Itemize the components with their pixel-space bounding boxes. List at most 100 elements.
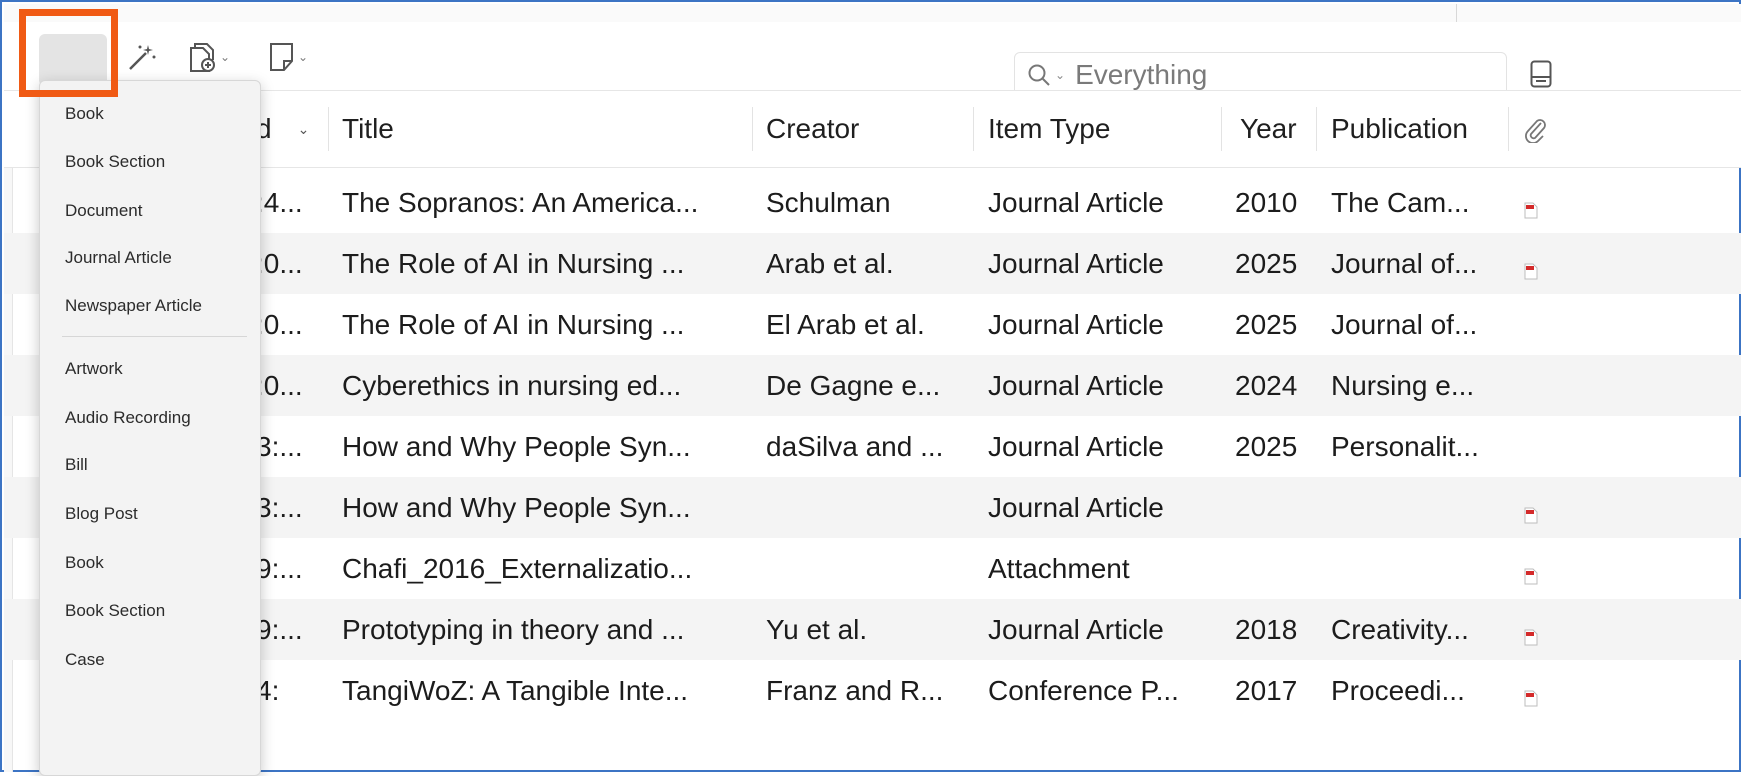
- chevron-down-icon: ⌄: [220, 50, 231, 64]
- new-item-button-pressed-bg: [39, 34, 107, 86]
- pdf-attachment-icon[interactable]: [1524, 621, 1538, 653]
- chevron-down-icon: ⌄: [298, 50, 309, 64]
- pdf-attachment-icon[interactable]: [1524, 194, 1538, 226]
- cell-title: The Sopranos: An America...: [342, 186, 699, 218]
- cell-date-added: 9:...: [256, 613, 303, 645]
- cell-year: 2017: [1235, 674, 1298, 706]
- column-creator[interactable]: Creator: [766, 91, 859, 167]
- table-row[interactable]: 4: TangiWoZ: A Tangible Inte... Franz and …: [4, 660, 1741, 721]
- magic-wand-icon: [126, 41, 158, 73]
- column-year[interactable]: Year: [1240, 91, 1297, 167]
- cell-item-type: Journal Article: [988, 186, 1164, 218]
- cell-title: The Role of AI in Nursing ...: [342, 308, 685, 340]
- cell-publication: Proceedi...: [1331, 674, 1465, 706]
- table-row[interactable]: :0... Cyberethics in nursing ed... De Gagn…: [4, 355, 1741, 416]
- cell-date-added: 9:...: [256, 552, 303, 584]
- cell-item-type: Conference P...: [988, 674, 1179, 706]
- add-attachment-icon: [186, 40, 218, 74]
- zotero-window: ⌄ ⌄ ⌄ ⌄: [0, 0, 1741, 776]
- cell-date-added: 3:...: [256, 430, 303, 462]
- cell-creator: Yu et al.: [766, 613, 868, 645]
- cell-year: 2018: [1235, 613, 1298, 645]
- cell-item-type: Journal Article: [988, 613, 1164, 645]
- table-row[interactable]: :4... The Sopranos: An America... Schulman…: [4, 172, 1741, 233]
- cell-year: 2025: [1235, 430, 1298, 462]
- table-row[interactable]: :0... The Role of AI in Nursing ... El Ara…: [4, 294, 1741, 355]
- title-strip: [4, 4, 1741, 23]
- search-mode-chevron-icon[interactable]: ⌄: [1055, 68, 1065, 82]
- table-row[interactable]: 9:... Chafi_2016_Externalizatio... Attachm…: [4, 538, 1741, 599]
- pdf-attachment-icon[interactable]: [1524, 499, 1538, 531]
- cell-item-type: Journal Article: [988, 308, 1164, 340]
- cell-title: Prototyping in theory and ...: [342, 613, 685, 645]
- search-icon[interactable]: [1027, 63, 1051, 87]
- cell-title: TangiWoZ: A Tangible Inte...: [342, 674, 689, 706]
- table-row[interactable]: 9:... Prototyping in theory and ... Yu et …: [4, 599, 1741, 660]
- cell-title: The Role of AI in Nursing ...: [342, 247, 685, 279]
- cell-publication: Personalit...: [1331, 430, 1479, 462]
- cell-item-type: Journal Article: [988, 369, 1164, 401]
- menu-item-recent[interactable]: Journal Article: [40, 238, 260, 278]
- cell-year: 2010: [1235, 186, 1298, 218]
- new-item-menu: Book Book Section Document Journal Article N…: [39, 80, 261, 776]
- cell-date-added: :0...: [256, 247, 303, 279]
- cell-creator: Franz and R...: [766, 674, 944, 706]
- cell-creator: daSilva and ...: [766, 430, 944, 462]
- menu-item-recent[interactable]: Newspaper Article: [40, 286, 260, 326]
- menu-item-type[interactable]: Book Section: [40, 591, 260, 631]
- cell-title: Cyberethics in nursing ed...: [342, 369, 682, 401]
- item-pane-toggle-icon[interactable]: [1530, 60, 1552, 93]
- sort-chevron-icon: ⌄: [297, 120, 310, 137]
- pdf-attachment-icon[interactable]: [1524, 560, 1538, 592]
- menu-item-recent[interactable]: Book Section: [40, 142, 260, 182]
- toolbar: ⌄ ⌄ ⌄ ⌄: [4, 22, 1741, 98]
- cell-publication: Creativity...: [1331, 613, 1469, 645]
- cell-item-type: Journal Article: [988, 491, 1164, 523]
- new-note-icon: [268, 41, 296, 73]
- items-table-header: d ⌄ Title Creator Item Type Year Publica…: [4, 90, 1741, 168]
- cell-item-type: Journal Article: [988, 430, 1164, 462]
- cell-publication: Journal of...: [1331, 247, 1478, 279]
- cell-creator: Schulman: [766, 186, 891, 218]
- cell-publication: Nursing e...: [1331, 369, 1475, 401]
- cell-item-type: Journal Article: [988, 247, 1164, 279]
- menu-item-type[interactable]: Case: [40, 640, 260, 680]
- cell-date-added: :0...: [256, 308, 303, 340]
- add-by-identifier-button[interactable]: [126, 36, 158, 78]
- table-row[interactable]: 3:... How and Why People Syn... Journal Ar…: [4, 477, 1741, 538]
- menu-item-type[interactable]: Artwork: [40, 349, 260, 389]
- cell-creator: De Gagne e...: [766, 369, 941, 401]
- table-row[interactable]: :0... The Role of AI in Nursing ... Arab e…: [4, 233, 1741, 294]
- column-item-type[interactable]: Item Type: [988, 91, 1110, 167]
- cell-year: 2025: [1235, 247, 1298, 279]
- cell-date-added: :0...: [256, 369, 303, 401]
- cell-title: How and Why People Syn...: [342, 491, 691, 523]
- cell-year: 2024: [1235, 369, 1298, 401]
- menu-divider: [62, 336, 247, 337]
- paperclip-icon[interactable]: [1523, 91, 1547, 167]
- cell-year: 2025: [1235, 308, 1298, 340]
- new-note-button[interactable]: ⌄: [268, 36, 308, 78]
- menu-item-recent[interactable]: Book: [40, 94, 260, 134]
- menu-item-type[interactable]: Bill: [40, 445, 260, 485]
- pdf-attachment-icon[interactable]: [1524, 255, 1538, 287]
- search-input[interactable]: [1073, 58, 1458, 92]
- table-row[interactable]: 3:... How and Why People Syn... daSilva an…: [4, 416, 1741, 477]
- column-title[interactable]: Title: [342, 91, 394, 167]
- cell-title: Chafi_2016_Externalizatio...: [342, 552, 693, 584]
- add-attachment-button[interactable]: ⌄: [186, 36, 230, 78]
- cell-creator: Arab et al.: [766, 247, 894, 279]
- cell-date-added: 3:...: [256, 491, 303, 523]
- menu-item-recent[interactable]: Document: [40, 191, 260, 231]
- cell-date-added: :4...: [256, 186, 303, 218]
- cell-title: How and Why People Syn...: [342, 430, 691, 462]
- menu-item-type[interactable]: Book: [40, 543, 260, 583]
- cell-publication: Journal of...: [1331, 308, 1478, 340]
- column-publication[interactable]: Publication: [1331, 91, 1468, 167]
- column-date-added[interactable]: d ⌄: [256, 91, 309, 167]
- cell-publication: The Cam...: [1331, 186, 1470, 218]
- pdf-attachment-icon[interactable]: [1524, 682, 1538, 714]
- menu-item-type[interactable]: Blog Post: [40, 494, 260, 534]
- cell-creator: El Arab et al.: [766, 308, 925, 340]
- menu-item-type[interactable]: Audio Recording: [40, 398, 260, 438]
